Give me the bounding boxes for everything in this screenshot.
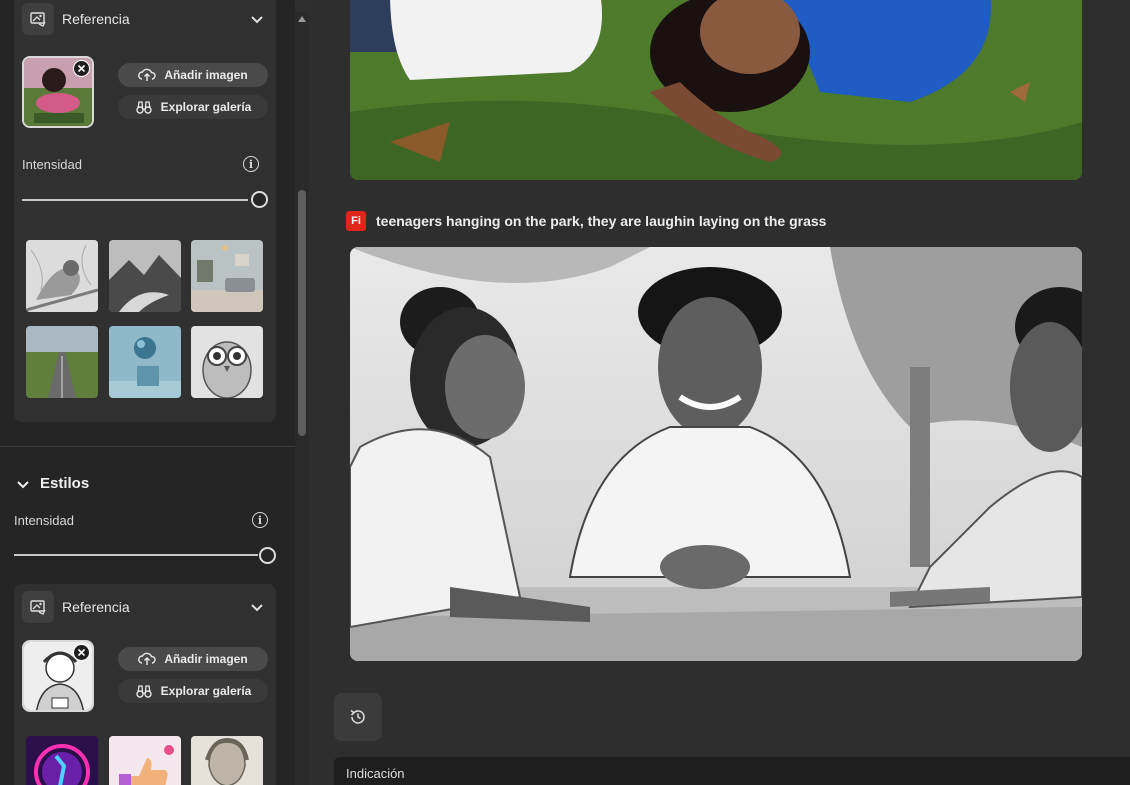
gallery-item-bird-sketch[interactable]	[26, 240, 98, 312]
reference-icon	[22, 591, 54, 623]
scroll-up-arrow-icon[interactable]	[298, 16, 306, 22]
gallery-item-sphere-cube[interactable]	[109, 326, 181, 398]
add-image-label: Añadir imagen	[164, 652, 248, 666]
explore-gallery-button[interactable]: Explorar galería	[118, 95, 268, 119]
selected-reference-thumbnail[interactable]	[22, 56, 94, 128]
intensity-slider-track[interactable]	[22, 199, 248, 201]
main-canvas: Fi teenagers hanging on the park, they a…	[310, 0, 1130, 785]
reference-title: Referencia	[62, 11, 130, 27]
info-icon[interactable]: i	[252, 512, 268, 528]
explore-gallery-label: Explorar galería	[160, 100, 252, 114]
generated-image-sketch[interactable]	[350, 247, 1082, 661]
chevron-down-icon[interactable]	[250, 12, 264, 26]
binoculars-icon	[135, 101, 152, 114]
add-image-button[interactable]: Añadir imagen	[118, 63, 268, 87]
firefly-logo-icon: Fi	[346, 211, 366, 231]
left-panel: Referencia Añadir imagen Explorar galerí…	[0, 0, 295, 785]
generated-image-photo[interactable]	[350, 0, 1082, 180]
history-icon	[350, 709, 365, 724]
reference-card: Referencia Añadir imagen Explorar galerí…	[14, 0, 276, 422]
prompt-input-bar[interactable]: Indicación	[334, 757, 1130, 785]
chevron-down-icon[interactable]	[250, 600, 264, 614]
gallery-item-road-field[interactable]	[26, 326, 98, 398]
app-window: Referencia Añadir imagen Explorar galerí…	[0, 0, 1130, 785]
styles-intensity-label: Intensidad	[14, 513, 74, 528]
prompt-text[interactable]: teenagers hanging on the park, they are …	[376, 213, 826, 229]
remove-reference-icon[interactable]	[73, 60, 90, 77]
gallery-item-thumbs-up[interactable]	[109, 736, 181, 785]
prompt-row: Fi teenagers hanging on the park, they a…	[346, 211, 826, 231]
explore-gallery-button[interactable]: Explorar galería	[118, 679, 268, 703]
binoculars-icon	[135, 685, 152, 698]
gallery-item-owl-sketch[interactable]	[191, 326, 263, 398]
upload-cloud-icon	[138, 68, 156, 81]
add-image-label: Añadir imagen	[164, 68, 248, 82]
add-image-button[interactable]: Añadir imagen	[118, 647, 268, 671]
styles-reference-card: Referencia Añadir imagen Explorar galerí…	[14, 584, 276, 785]
section-divider	[0, 446, 295, 447]
intensity-label: Intensidad	[22, 157, 82, 172]
styles-intensity-slider-track[interactable]	[14, 554, 258, 556]
styles-intensity-slider-thumb[interactable]	[259, 547, 276, 564]
chevron-down-icon	[17, 480, 29, 488]
prompt-input-label: Indicación	[346, 766, 405, 781]
info-icon[interactable]: i	[243, 156, 259, 172]
left-panel-scrollbar[interactable]	[295, 12, 309, 785]
reference-card-header[interactable]: Referencia	[22, 591, 268, 623]
remove-style-reference-icon[interactable]	[73, 644, 90, 661]
history-button[interactable]	[334, 693, 382, 741]
styles-section-header[interactable]: Estilos	[16, 475, 89, 492]
explore-gallery-label: Explorar galería	[160, 684, 252, 698]
reference-title: Referencia	[62, 599, 130, 615]
intensity-slider-thumb[interactable]	[251, 191, 268, 208]
reference-card-header[interactable]: Referencia	[22, 3, 268, 35]
selected-style-thumbnail[interactable]	[22, 640, 94, 712]
gallery-item-neon-figure[interactable]	[26, 736, 98, 785]
gallery-item-mountain-lake[interactable]	[109, 240, 181, 312]
reference-icon	[22, 3, 54, 35]
styles-title: Estilos	[40, 475, 90, 492]
gallery-item-living-room[interactable]	[191, 240, 263, 312]
gallery-item-statue-bust[interactable]	[191, 736, 263, 785]
scrollbar-thumb[interactable]	[298, 190, 306, 436]
upload-cloud-icon	[138, 652, 156, 665]
